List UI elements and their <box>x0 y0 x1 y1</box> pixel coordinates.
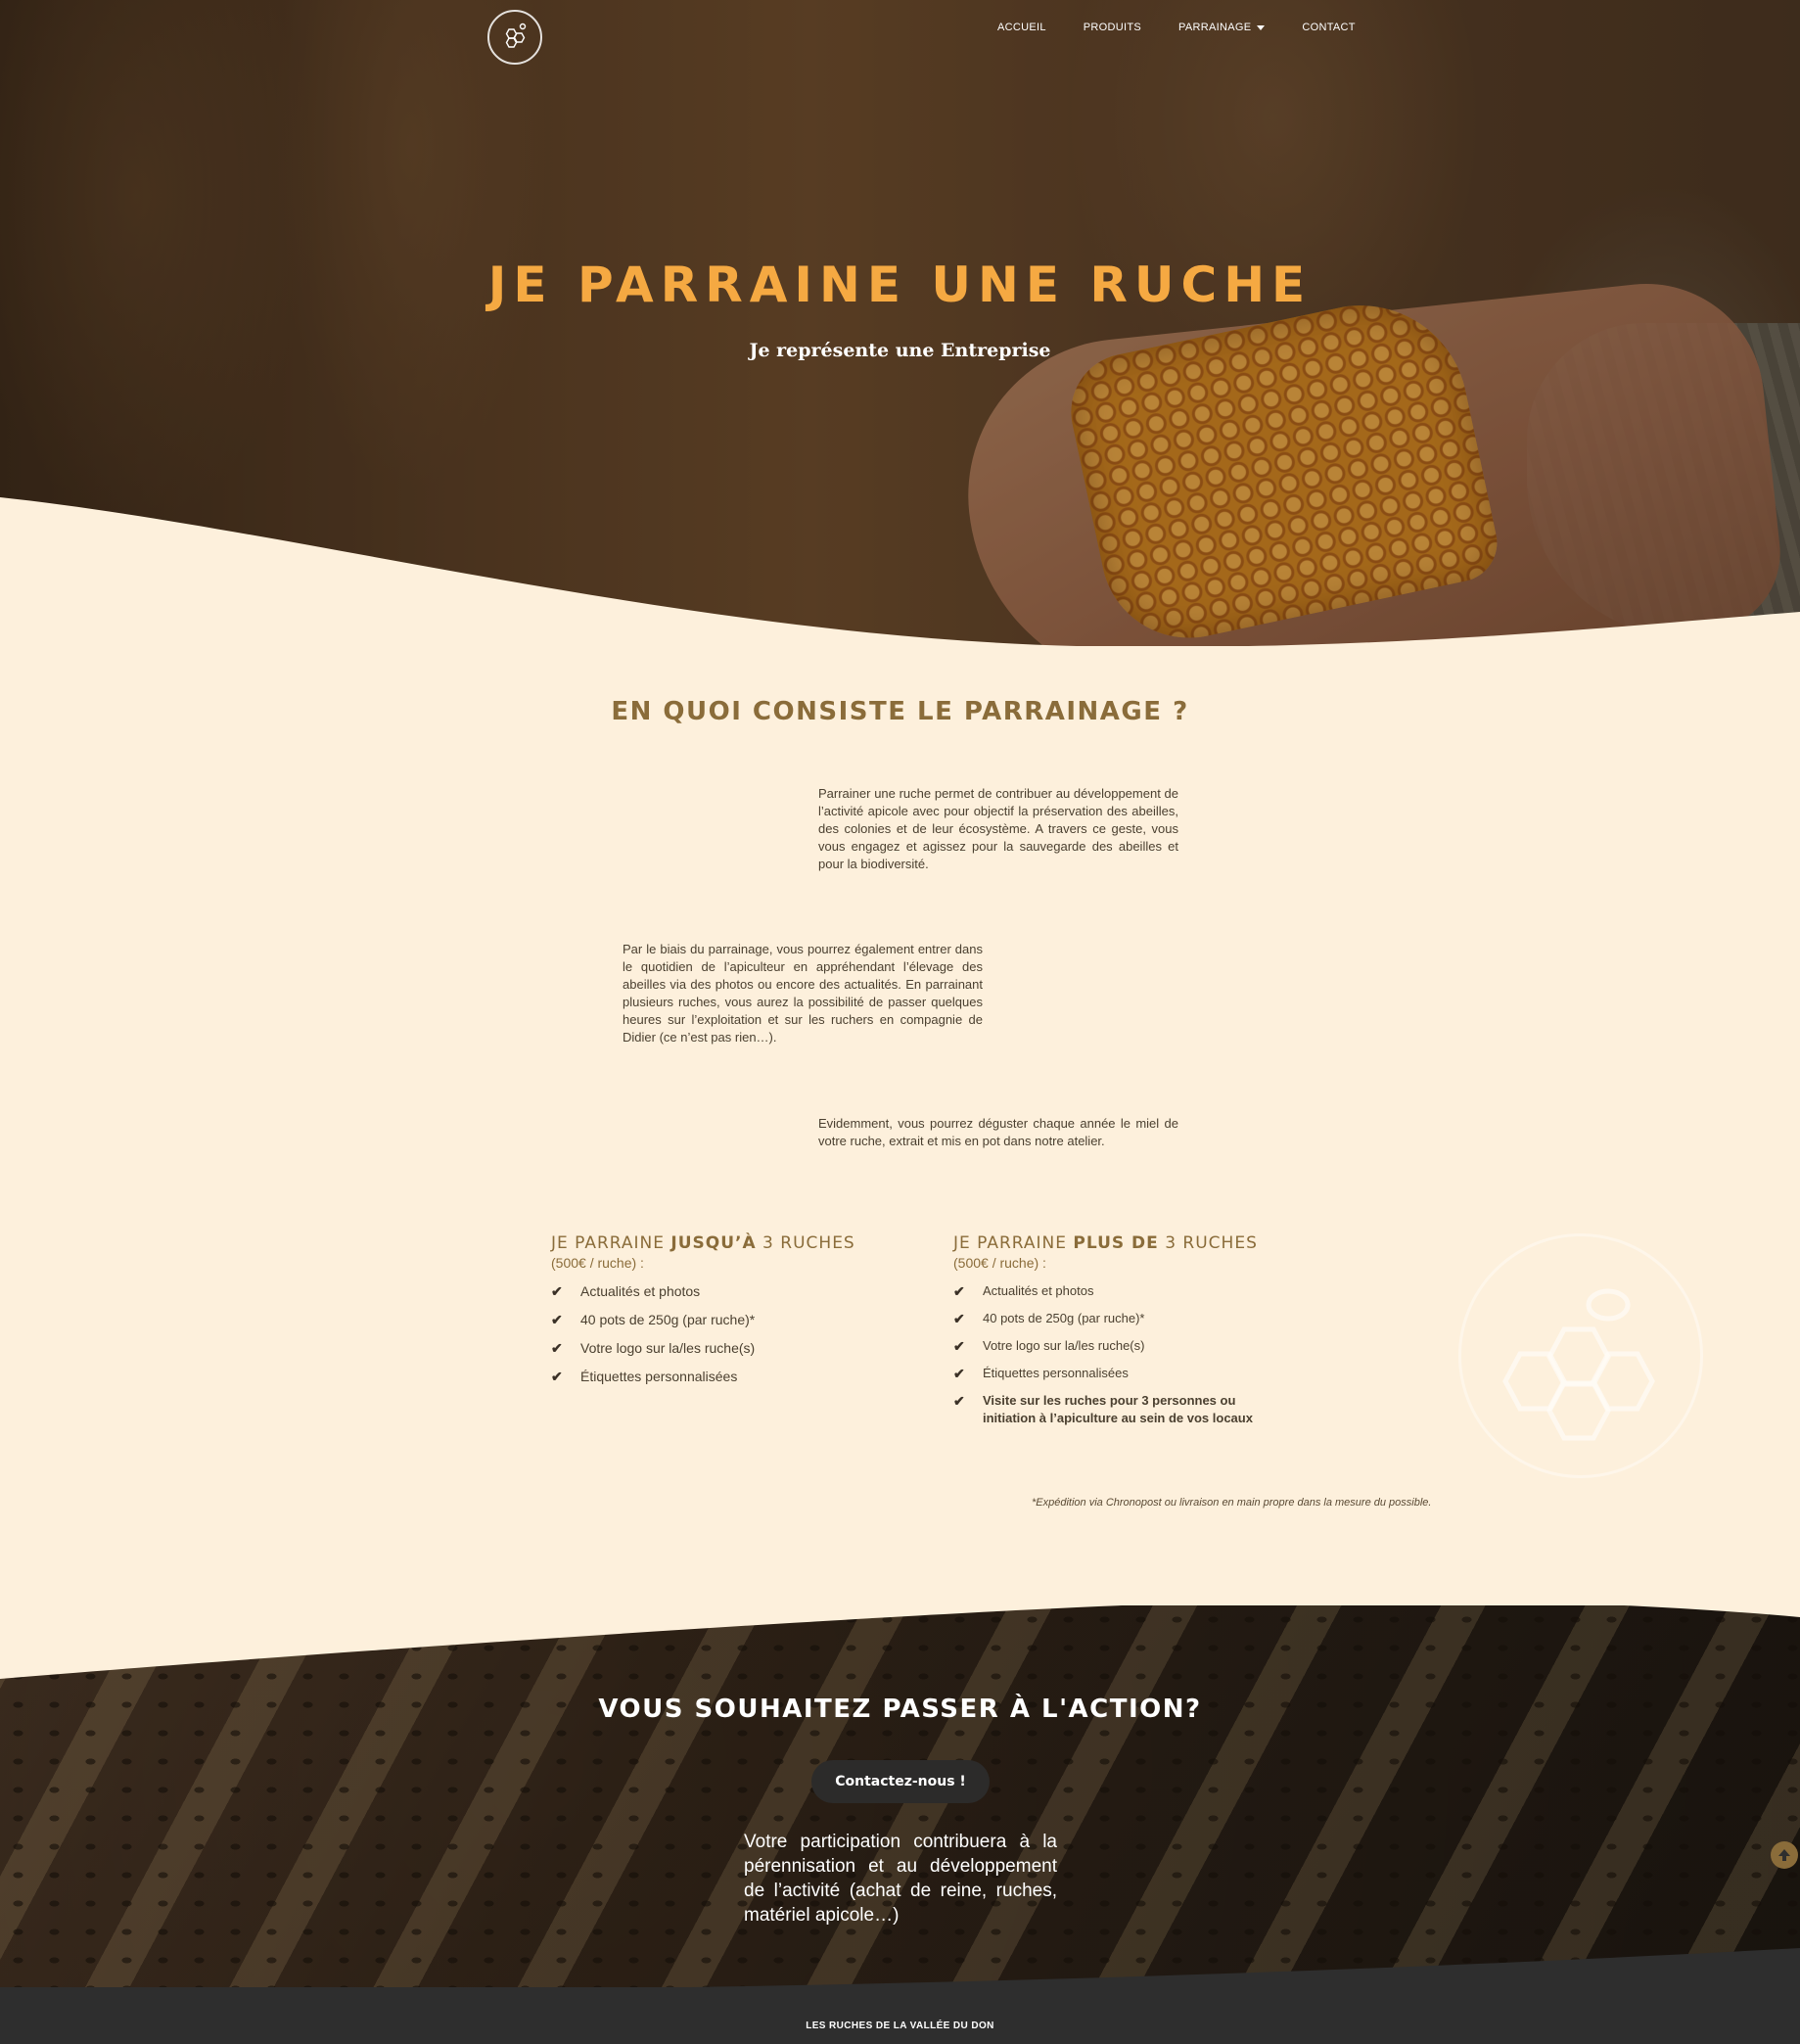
nav-parrainage-label: PARRAINAGE <box>1178 22 1252 33</box>
feature-text: Étiquettes personnalisées <box>983 1366 1129 1380</box>
check-icon: ✔ <box>551 1340 563 1356</box>
check-icon: ✔ <box>953 1311 965 1326</box>
feature-text: Étiquettes personnalisées <box>580 1369 738 1384</box>
offer-features: ✔ Actualités et photos ✔ 40 pots de 250g (… <box>953 1282 1276 1427</box>
cta-title: VOUS SOUHAITEZ PASSER À L'ACTION? <box>598 1695 1202 1724</box>
offer-more-than-3: JE PARRAINE PLUS DE 3 RUCHES (500€ / ruc… <box>953 1233 1276 1437</box>
nav-produits[interactable]: PRODUITS <box>1084 22 1141 33</box>
offer-title-pre: JE PARRAINE <box>551 1233 671 1253</box>
feature-text: 40 pots de 250g (par ruche)* <box>580 1312 756 1327</box>
offer-title-pre: JE PARRAINE <box>953 1233 1074 1253</box>
offer-price: (500€ / ruche) : <box>953 1255 1046 1271</box>
section-title-parrainage: EN QUOI CONSISTE LE PARRAINAGE ? <box>611 697 1189 726</box>
wave-divider-middle <box>0 1586 1800 1679</box>
offer-title-post: 3 RUCHES <box>1158 1233 1258 1253</box>
feature-text: Visite sur les ruches pour 3 personnes o… <box>983 1393 1253 1425</box>
wave-divider-top <box>0 497 1800 656</box>
intro-paragraph-1: Parrainer une ruche permet de contribuer… <box>818 786 1178 871</box>
feature-text: 40 pots de 250g (par ruche)* <box>983 1311 1145 1325</box>
intro-paragraph-2: Par le biais du parrainage, vous pourrez… <box>623 942 983 1045</box>
footer <box>0 1987 1800 2044</box>
feature-text: Votre logo sur la/les ruche(s) <box>580 1340 756 1356</box>
hive-logo-icon <box>505 23 527 48</box>
cta-description: Votre participation contribuera à la pér… <box>744 1832 1057 1926</box>
hero-subtitle: Je représente une Entreprise <box>749 340 1051 361</box>
offer-title-bold: PLUS DE <box>1073 1233 1159 1253</box>
offer-up-to-3: JE PARRAINE JUSQU’À 3 RUCHES (500€ / ruc… <box>551 1233 923 1396</box>
offer-title-post: 3 RUCHES <box>756 1233 855 1253</box>
shipping-footnote: *Expédition via Chronopost ou livraison … <box>1032 1497 1432 1509</box>
intro-paragraph-3: Evidemment, vous pourrez déguster chaque… <box>818 1116 1178 1148</box>
main-menu: ACCUEIL PRODUITS PARRAINAGE CONTACT <box>997 22 1356 33</box>
chevron-down-icon <box>1257 24 1266 30</box>
check-icon: ✔ <box>551 1283 563 1299</box>
offer-features: ✔ Actualités et photos ✔ 40 pots de 250g (… <box>551 1282 923 1385</box>
hero-title: JE PARRAINE UNE RUCHE <box>487 256 1313 313</box>
check-icon: ✔ <box>953 1338 965 1354</box>
feature-item: ✔ Actualités et photos <box>551 1282 923 1300</box>
feature-item: ✔ Actualités et photos <box>953 1282 1276 1300</box>
contact-us-button[interactable]: Contactez-nous ! <box>811 1760 990 1803</box>
offer-title-bold: JUSQU’À <box>670 1233 757 1253</box>
arrow-up-icon <box>1778 1849 1790 1861</box>
feature-item: ✔ 40 pots de 250g (par ruche)* <box>551 1311 923 1328</box>
offer-price: (500€ / ruche) : <box>551 1255 644 1271</box>
feature-text: Actualités et photos <box>983 1283 1094 1298</box>
check-icon: ✔ <box>953 1393 965 1409</box>
check-icon: ✔ <box>953 1366 965 1381</box>
site-logo[interactable] <box>487 10 542 65</box>
offer-title: JE PARRAINE PLUS DE 3 RUCHES <box>953 1233 1276 1253</box>
feature-text: Votre logo sur la/les ruche(s) <box>983 1338 1145 1353</box>
check-icon: ✔ <box>953 1283 965 1299</box>
feature-text: Actualités et photos <box>580 1283 701 1299</box>
feature-item: ✔ Étiquettes personnalisées <box>953 1365 1276 1382</box>
check-icon: ✔ <box>551 1312 563 1327</box>
top-navigation: ACCUEIL PRODUITS PARRAINAGE CONTACT <box>0 0 1800 65</box>
scroll-to-top-button[interactable] <box>1771 1841 1798 1869</box>
check-icon: ✔ <box>551 1369 563 1384</box>
offer-title: JE PARRAINE JUSQU’À 3 RUCHES <box>551 1233 923 1253</box>
nav-parrainage[interactable]: PARRAINAGE <box>1178 22 1266 33</box>
nav-contact[interactable]: CONTACT <box>1302 22 1355 33</box>
feature-item: ✔ Visite sur les ruches pour 3 personnes … <box>953 1392 1276 1427</box>
nav-accueil[interactable]: ACCUEIL <box>997 22 1046 33</box>
hive-watermark-icon <box>1502 1288 1655 1441</box>
footer-site-name: LES RUCHES DE LA VALLÉE DU DON <box>806 2021 994 2031</box>
feature-item: ✔ Votre logo sur la/les ruche(s) <box>953 1337 1276 1355</box>
feature-item: ✔ Étiquettes personnalisées <box>551 1368 923 1385</box>
feature-item: ✔ 40 pots de 250g (par ruche)* <box>953 1310 1276 1327</box>
watermark-logo <box>1458 1233 1703 1478</box>
feature-item: ✔ Votre logo sur la/les ruche(s) <box>551 1339 923 1357</box>
